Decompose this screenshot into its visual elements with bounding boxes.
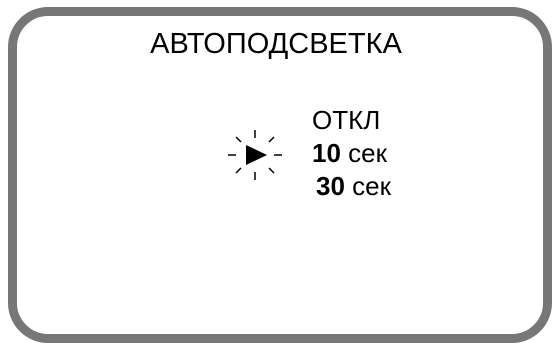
menu-item-10-sec[interactable]: 10 сек bbox=[312, 137, 391, 170]
blinking-play-arrow-icon bbox=[226, 128, 286, 184]
screen-title: АВТОПОДСВЕТКА bbox=[150, 28, 402, 60]
menu-item-10-sec-number: 10 bbox=[312, 138, 341, 168]
menu-item-off-label: ОТКЛ bbox=[312, 105, 381, 135]
backlight-menu: ОТКЛ 10 сек 30 сек bbox=[312, 104, 391, 203]
menu-item-30-sec-number: 30 bbox=[316, 171, 345, 201]
menu-item-off[interactable]: ОТКЛ bbox=[312, 104, 391, 137]
menu-item-10-sec-unit: сек bbox=[348, 138, 387, 168]
menu-item-30-sec-unit: сек bbox=[352, 171, 391, 201]
menu-item-30-sec[interactable]: 30 сек bbox=[312, 170, 391, 203]
